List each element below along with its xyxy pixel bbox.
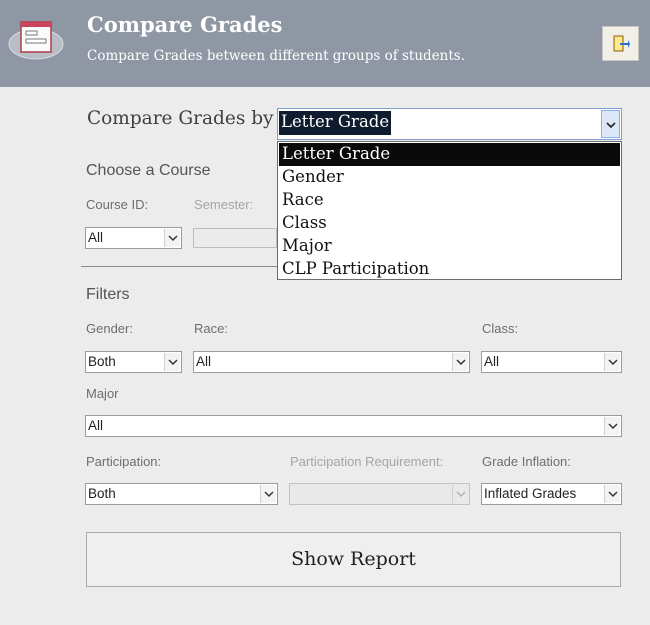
form-header: Compare Grades Compare Grades between di…: [0, 0, 650, 87]
gender-dropdown-button[interactable]: [164, 353, 180, 371]
section-divider: [81, 266, 280, 267]
race-label: Race:: [194, 321, 228, 336]
filters-heading: Filters: [86, 286, 130, 303]
dropdown-option-letter-grade[interactable]: Letter Grade: [279, 143, 620, 166]
chevron-down-icon: [606, 122, 616, 129]
course-id-value: All: [88, 230, 104, 245]
gender-value: Both: [88, 354, 116, 369]
class-dropdown-button[interactable]: [604, 353, 620, 371]
class-select[interactable]: All: [481, 351, 622, 373]
participation-value: Both: [88, 486, 116, 501]
form-icon: [8, 21, 64, 60]
exit-door-icon: [613, 35, 630, 52]
grade-inflation-value: Inflated Grades: [484, 486, 577, 501]
dropdown-option-class[interactable]: Class: [279, 212, 620, 235]
compare-by-dropdown-list[interactable]: Letter Grade Gender Race Class Major CLP…: [277, 141, 622, 280]
chevron-down-icon: [456, 491, 466, 498]
participation-requirement-dropdown-button[interactable]: [452, 485, 468, 503]
page-subtitle: Compare Grades between different groups …: [87, 48, 465, 64]
course-id-dropdown-button[interactable]: [164, 229, 180, 247]
course-id-label: Course ID:: [86, 197, 149, 212]
dropdown-option-gender[interactable]: Gender: [279, 166, 620, 189]
major-label: Major: [86, 386, 119, 401]
grade-inflation-dropdown-button[interactable]: [604, 485, 620, 503]
race-dropdown-button[interactable]: [452, 353, 468, 371]
compare-by-label: Compare Grades by: [87, 108, 274, 129]
chevron-down-icon: [608, 491, 618, 498]
semester-select[interactable]: [193, 228, 277, 248]
dropdown-option-major[interactable]: Major: [279, 235, 620, 258]
gender-select[interactable]: Both: [85, 351, 182, 373]
major-dropdown-button[interactable]: [604, 417, 620, 435]
chevron-down-icon: [168, 235, 178, 242]
participation-requirement-label: Participation Requirement:: [290, 454, 444, 469]
race-select[interactable]: All: [193, 351, 470, 373]
show-report-button[interactable]: Show Report: [86, 532, 621, 587]
class-value: All: [484, 354, 500, 369]
dropdown-option-clp-participation[interactable]: CLP Participation: [279, 258, 620, 281]
compare-by-value: Letter Grade: [279, 111, 392, 135]
dropdown-option-race[interactable]: Race: [279, 189, 620, 212]
gender-label: Gender:: [86, 321, 133, 336]
semester-label: Semester:: [194, 197, 254, 212]
chevron-down-icon: [168, 359, 178, 366]
major-select[interactable]: All: [85, 415, 622, 437]
chevron-down-icon: [608, 423, 618, 430]
participation-label: Participation:: [86, 454, 162, 469]
chevron-down-icon: [456, 359, 466, 366]
participation-select[interactable]: Both: [85, 483, 278, 505]
chevron-down-icon: [264, 491, 274, 498]
chevron-down-icon: [608, 359, 618, 366]
grade-inflation-label: Grade Inflation:: [482, 454, 571, 469]
compare-by-dropdown-button[interactable]: [601, 110, 620, 138]
race-value: All: [196, 354, 212, 369]
close-form-button[interactable]: [602, 26, 639, 61]
major-value: All: [88, 418, 104, 433]
grade-inflation-select[interactable]: Inflated Grades: [481, 483, 622, 505]
choose-course-heading: Choose a Course: [86, 162, 211, 179]
participation-requirement-select[interactable]: [289, 483, 470, 505]
class-label: Class:: [482, 321, 519, 336]
page-title: Compare Grades: [87, 12, 283, 37]
compare-by-select[interactable]: Letter Grade: [277, 108, 622, 140]
participation-dropdown-button[interactable]: [260, 485, 276, 503]
course-id-select[interactable]: All: [85, 227, 182, 249]
